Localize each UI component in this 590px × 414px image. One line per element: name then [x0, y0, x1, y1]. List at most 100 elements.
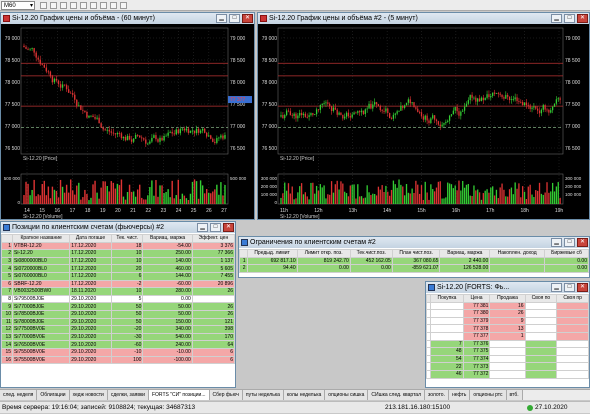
maximize-button[interactable]: □ — [210, 223, 221, 232]
table-row[interactable]: 12 Si77500BV0E 29.10.2020 -20 340.00 398 — [0, 325, 236, 334]
table-row[interactable]: 46 77 372 — [425, 369, 589, 379]
close-button[interactable]: ✕ — [577, 238, 588, 247]
table-row[interactable]: 77 381 16 — [425, 301, 589, 311]
table-row[interactable]: 14 Si76500BV0E 29.10.2020 -60 240.00 64 — [0, 340, 236, 349]
column-header[interactable]: План чист.поз. — [391, 249, 441, 258]
table-row[interactable]: 4 Si0720000BL0 17.12.2020 20 460.00 5 605 — [0, 264, 236, 273]
table-row[interactable]: 7 77 376 — [425, 339, 589, 349]
toolbar-icon-3[interactable] — [60, 2, 67, 9]
table-row[interactable]: 10 Si78500BJ0E 29.10.2020 50 50.00 26 — [0, 309, 236, 319]
workspace-tab[interactable]: FORTS "СИ" позиции... — [148, 390, 210, 400]
chart1-canvas[interactable]: 79 000 79 000 78 500 78 500 78 000 78 000 77 5… — [1, 24, 254, 219]
candle-body — [222, 135, 224, 139]
maximize-button[interactable]: □ — [564, 238, 575, 247]
maximize-button[interactable]: □ — [564, 283, 575, 292]
workspace-tab[interactable]: опционы сишка — [325, 390, 369, 400]
column-header[interactable]: Покупка — [430, 294, 464, 303]
table-row[interactable]: 5 Si0760000BL0 17.12.2020 6 144.00 7 455 — [0, 271, 236, 281]
table-row[interactable]: 48 77 375 — [425, 347, 589, 356]
minimize-button[interactable]: ▁ — [551, 283, 562, 292]
column-header[interactable]: Цена — [462, 294, 491, 303]
limits-titlebar[interactable]: Ограничения по клиентским счетам #2 — [239, 237, 589, 248]
workspace-tab[interactable]: золото. — [425, 390, 449, 400]
workspace-tab[interactable]: Сбер фьюч — [209, 390, 243, 400]
column-header[interactable]: Вариац. маржа — [439, 249, 491, 258]
close-button[interactable]: ✕ — [577, 283, 588, 292]
minimize-button[interactable]: ▁ — [551, 238, 562, 247]
toolbar-icon-4[interactable] — [70, 2, 77, 9]
workspace-tab[interactable]: хедж новости — [69, 390, 108, 400]
minimize-button[interactable]: ▁ — [216, 14, 227, 23]
minimize-button[interactable]: ▁ — [551, 14, 562, 23]
table-row[interactable]: 77 380 26 — [425, 309, 589, 318]
table-row[interactable]: 9 Si77000BJ0E 29.10.2020 50 50.00 26 — [0, 302, 236, 311]
candle-body — [151, 137, 153, 142]
workspace-tab[interactable]: опционы ртс — [470, 390, 507, 400]
toolbar-icon-2[interactable] — [50, 2, 57, 9]
workspace-tab[interactable]: втб. — [506, 390, 523, 400]
table-row[interactable]: 77 378 13 — [425, 324, 589, 333]
table-row[interactable]: 8 Si79500BJ0E 29.10.2020 5 0.00 — [0, 294, 236, 304]
workspace-tab[interactable]: след. неделя — [0, 390, 38, 400]
column-header[interactable]: Предыд. лимит — [246, 249, 298, 258]
table-row[interactable]: 15 Si75500BV0E 29.10.2020 -10 -10.00 6 — [0, 347, 236, 357]
instrument-combo[interactable]: M60 — [1, 1, 35, 10]
chart2-canvas[interactable]: 79 000 79 000 78 500 78 500 78 000 78 000 77 5… — [258, 24, 589, 219]
workspace-tab[interactable]: путы неделька — [242, 390, 284, 400]
minimize-button[interactable]: ▁ — [197, 223, 208, 232]
column-header[interactable]: Накоплен. доход — [489, 249, 545, 258]
column-header[interactable]: Своя пр — [556, 294, 589, 303]
maximize-button[interactable]: □ — [564, 14, 575, 23]
workspace-tab[interactable]: колы неделька — [283, 390, 326, 400]
toolbar-icon-6[interactable] — [90, 2, 97, 9]
column-header[interactable]: Краткое название — [12, 234, 71, 243]
column-header[interactable]: Тек. чист. — [110, 234, 144, 243]
table-row[interactable]: 13 Si77000BV0E 29.10.2020 -30 540.00 170 — [0, 332, 236, 342]
toolbar-icon-5[interactable] — [80, 2, 87, 9]
workspace-tab[interactable]: Облигации — [37, 390, 70, 400]
table-row[interactable]: 77 377 1 — [425, 331, 589, 341]
table-row[interactable]: 22 77 373 — [425, 362, 589, 371]
candle-body — [360, 110, 363, 113]
table-row[interactable]: 1 692 817.10 819 242.70 452 162.05 367 080.6… — [239, 256, 590, 266]
table-row[interactable]: 6 SBRF-12.20 17.12.2020 -2 -60.00 20 896 — [0, 279, 236, 289]
table-row[interactable]: 3 Si0800000BL0 17.12.2020 10 140.00 1 137 — [0, 256, 236, 266]
table-row[interactable]: 1 VTBR-12.20 17.12.2020 18 -54.00 3 376 — [0, 241, 236, 251]
workspace-tab[interactable]: сделки, заявки — [107, 390, 149, 400]
table-row[interactable]: 11 Si78000BJ0E 29.10.2020 50 150.00 121 — [0, 317, 236, 327]
table-row[interactable]: 16 Si75500BV0E 29.10.2020 100 -100.00 6 — [0, 355, 236, 365]
table-cell: 29.10.2020 — [69, 317, 112, 327]
column-header[interactable]: Тек.чист.поз. — [349, 249, 393, 258]
column-header[interactable]: Эффект. цен — [191, 234, 236, 243]
column-header[interactable]: Продажа — [489, 294, 526, 303]
close-button[interactable]: ✕ — [223, 223, 234, 232]
table-cell: Si77000BJ0E — [12, 302, 71, 311]
table-row[interactable]: 7 VB0032500BW0 18.11.2020 10 280.00 26 — [0, 287, 236, 296]
maximize-button[interactable]: □ — [229, 14, 240, 23]
table-row[interactable]: 2 Si-12.20 17.12.2020 10 250.00 77 366 — [0, 249, 236, 258]
y-tick-label: 79 000 — [5, 36, 21, 42]
close-button[interactable]: ✕ — [577, 14, 588, 23]
candle-body — [418, 111, 421, 113]
workspace-tab[interactable]: СИшка след. квартал — [368, 390, 425, 400]
toolbar-icon-1[interactable] — [40, 2, 47, 9]
workspace-tab[interactable]: нефть — [448, 390, 471, 400]
own-sell — [556, 331, 589, 341]
toolbar-icon-9[interactable] — [120, 2, 127, 9]
close-button[interactable]: ✕ — [242, 14, 253, 23]
column-header[interactable]: Вариац. маржа — [142, 234, 193, 243]
chart2-titlebar[interactable]: Si-12.20 График цены и объёма #2 - (5 ми… — [258, 13, 589, 24]
toolbar-icon-8[interactable] — [110, 2, 117, 9]
toolbar-icon-7[interactable] — [100, 2, 107, 9]
table-row[interactable]: 77 379 9 — [425, 316, 589, 326]
table-cell — [191, 294, 236, 304]
candle-body — [503, 97, 505, 99]
column-header[interactable]: Своя по — [524, 294, 558, 303]
table-app-icon — [241, 239, 248, 246]
column-header[interactable]: Биржевые сб — [543, 249, 590, 258]
table-row[interactable]: 2 94.40 0.00 0.00 -859 621.07 126 528.00 0.00 — [239, 264, 590, 273]
volume-bar — [45, 195, 48, 204]
table-row[interactable]: 54 77 374 — [425, 354, 589, 364]
column-header[interactable]: Лимит откр. поз. — [296, 249, 351, 258]
column-header[interactable]: Дата погаше — [69, 234, 112, 243]
